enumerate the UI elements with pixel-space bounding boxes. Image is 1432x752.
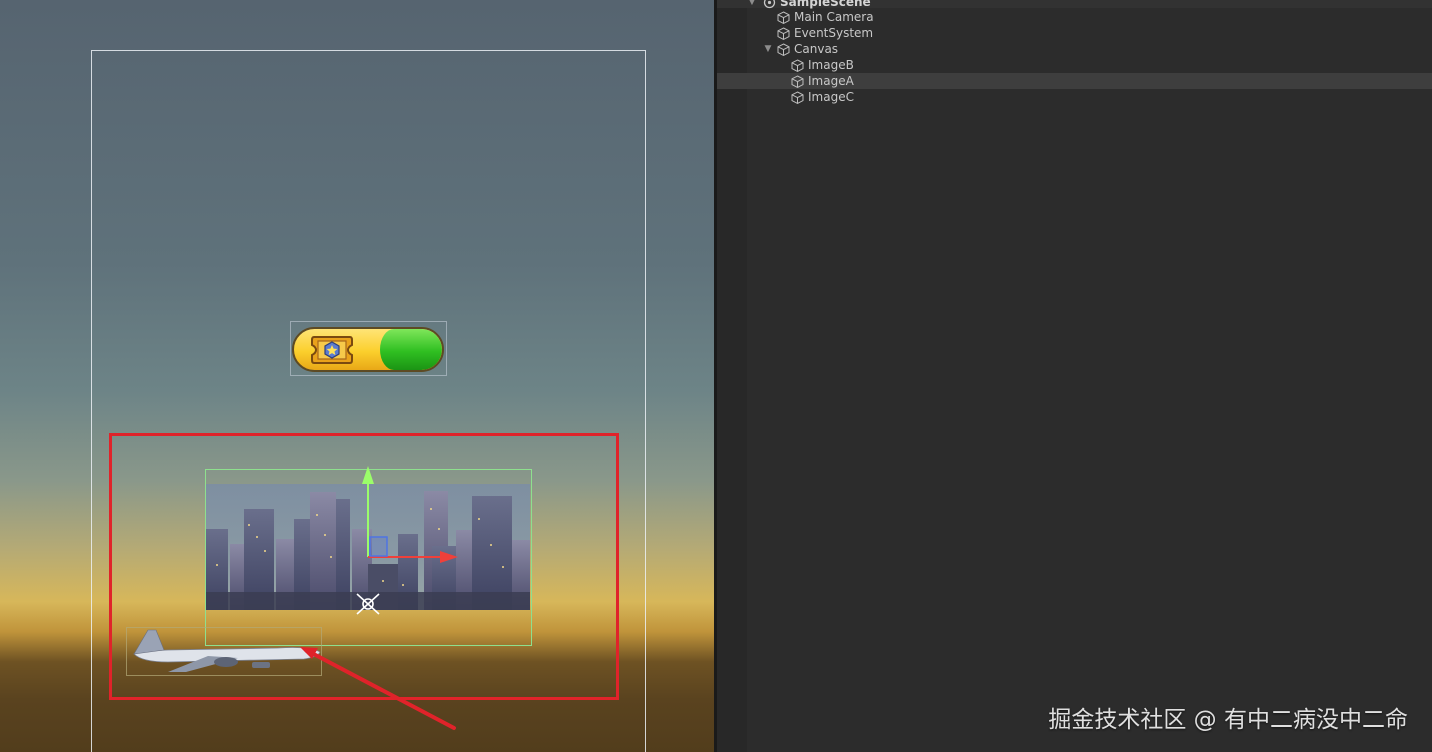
hierarchy-panel: ▼ SampleScene Main Camera EventSystem ▼ bbox=[717, 0, 1432, 752]
hierarchy-item-eventsystem[interactable]: EventSystem bbox=[717, 25, 1432, 41]
gameobject-cube-icon bbox=[791, 91, 804, 104]
hierarchy-item-label: ImageA bbox=[808, 74, 854, 88]
hierarchy-item-label: ImageC bbox=[808, 90, 854, 104]
hierarchy-gutter bbox=[717, 0, 747, 752]
watermark-text: 掘金技术社区 @ 有中二病没中二命 bbox=[1048, 707, 1408, 733]
hierarchy-item-label: Main Camera bbox=[794, 10, 874, 24]
hierarchy-item-label: ImageB bbox=[808, 58, 854, 72]
gameobject-cube-icon bbox=[777, 11, 790, 24]
progress-fill-green bbox=[380, 329, 442, 370]
expand-arrow-icon[interactable]: ▼ bbox=[763, 41, 773, 57]
red-highlight-box bbox=[109, 433, 619, 700]
hierarchy-item-imagec[interactable]: ImageC bbox=[717, 89, 1432, 105]
scene-view[interactable] bbox=[0, 0, 714, 752]
gameobject-cube-icon bbox=[791, 75, 804, 88]
hierarchy-item-imageb[interactable]: ImageB bbox=[717, 57, 1432, 73]
hierarchy-item-label: Canvas bbox=[794, 42, 839, 56]
ticket-icon bbox=[311, 336, 353, 364]
hierarchy-item-imagea[interactable]: ImageA bbox=[717, 73, 1432, 89]
gameobject-cube-icon bbox=[777, 27, 790, 40]
unity-editor-window: ▼ SampleScene Main Camera EventSystem ▼ bbox=[0, 0, 1432, 752]
gameobject-cube-icon bbox=[777, 43, 790, 56]
hierarchy-item-main-camera[interactable]: Main Camera bbox=[717, 9, 1432, 25]
gameobject-cube-icon bbox=[791, 59, 804, 72]
hierarchy-item-canvas[interactable]: ▼ Canvas bbox=[717, 41, 1432, 57]
hierarchy-item-label: EventSystem bbox=[794, 26, 874, 40]
unity-scene-icon bbox=[763, 0, 776, 9]
